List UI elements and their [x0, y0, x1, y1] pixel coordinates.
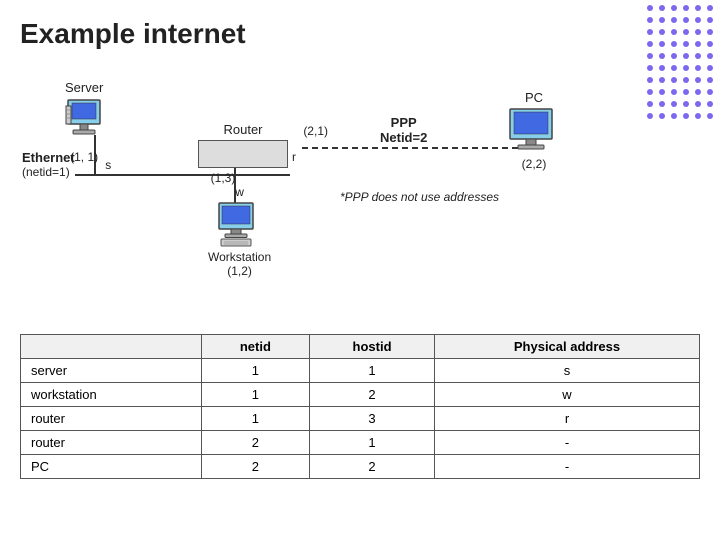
table-row: workstation 1 2 w [21, 383, 700, 407]
server-icon [65, 98, 103, 148]
ethernet-label: Ethernet [22, 150, 75, 165]
cell-netid: 1 [201, 359, 309, 383]
cell-hostid: 2 [310, 455, 435, 479]
ppp-netid: Netid=2 [380, 130, 427, 145]
cell-physical: r [435, 407, 700, 431]
cell-netid: 2 [201, 431, 309, 455]
table-row: router 1 3 r [21, 407, 700, 431]
pc-label: PC [525, 90, 543, 105]
pc-device: PC (2,2) [508, 90, 560, 171]
workstation-w: w [235, 185, 244, 199]
table-row: router 2 1 - [21, 431, 700, 455]
cell-netid: 2 [201, 455, 309, 479]
cell-hostid: 2 [310, 383, 435, 407]
cell-physical: w [435, 383, 700, 407]
cell-hostid: 3 [310, 407, 435, 431]
pc-coord: (2,2) [522, 157, 547, 171]
col-header-device [21, 335, 202, 359]
cell-hostid: 1 [310, 431, 435, 455]
diagram-area: Server (1, 1) s Router (2,1) (1,3) r PPP… [20, 60, 700, 330]
page-title: Example internet [0, 0, 720, 60]
cell-device: server [21, 359, 202, 383]
workstation-label: Workstation [208, 250, 271, 264]
address-table: netid hostid Physical address server 1 1… [20, 334, 700, 479]
cell-physical: s [435, 359, 700, 383]
cell-hostid: 1 [310, 359, 435, 383]
cell-device: router [21, 407, 202, 431]
router-device: Router (2,1) (1,3) r [198, 122, 288, 185]
router-coord-top: (2,1) [303, 124, 328, 138]
cell-device: router [21, 431, 202, 455]
table-row: PC 2 2 - [21, 455, 700, 479]
router-box [198, 140, 288, 168]
cell-physical: - [435, 431, 700, 455]
workstation-coord: (1,2) [227, 264, 252, 278]
ppp-label-area: PPP Netid=2 [380, 115, 427, 145]
cell-netid: 1 [201, 407, 309, 431]
router-coord-bottom: (1,3) [211, 171, 236, 185]
router-host: r [292, 150, 296, 164]
router-label: Router [223, 122, 262, 137]
table-header-row: netid hostid Physical address [21, 335, 700, 359]
cell-device: PC [21, 455, 202, 479]
workstation-icon [217, 201, 263, 249]
ppp-label: PPP [380, 115, 427, 130]
col-header-netid: netid [201, 335, 309, 359]
server-label: Server [65, 80, 103, 95]
table-container: netid hostid Physical address server 1 1… [20, 334, 700, 479]
cell-physical: - [435, 455, 700, 479]
cell-device: workstation [21, 383, 202, 407]
pc-icon [508, 107, 560, 155]
ethernet-label-area: Ethernet (netid=1) [22, 150, 75, 179]
workstation-device: w Workstation (1,2) [208, 185, 271, 278]
col-header-hostid: hostid [310, 335, 435, 359]
table-row: server 1 1 s [21, 359, 700, 383]
server-host: s [105, 158, 111, 172]
ppp-note: *PPP does not use addresses [340, 190, 499, 204]
ethernet-netid: (netid=1) [22, 165, 70, 179]
col-header-physical: Physical address [435, 335, 700, 359]
cell-netid: 1 [201, 383, 309, 407]
